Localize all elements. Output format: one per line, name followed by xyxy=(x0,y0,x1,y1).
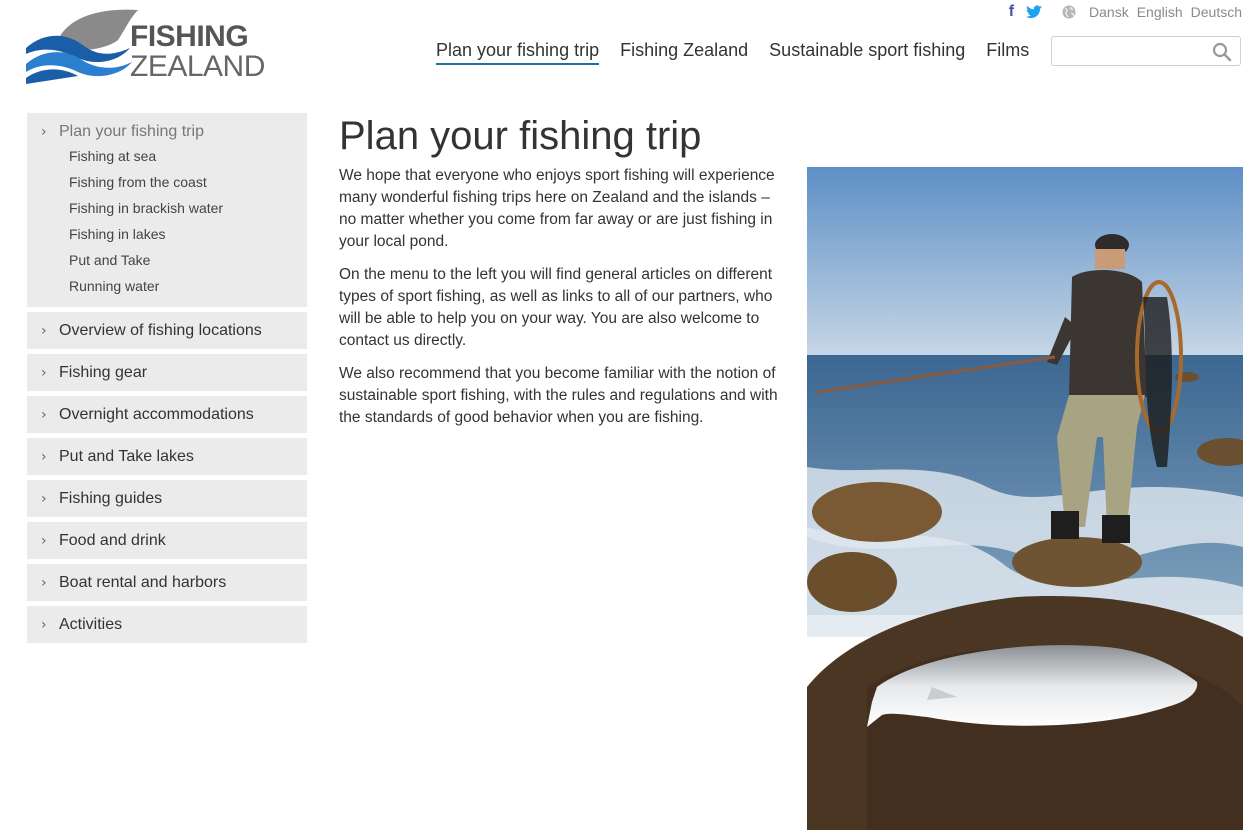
site-logo[interactable]: FISHING ZEALAND xyxy=(26,6,265,84)
chevron-right-icon: › xyxy=(41,490,47,507)
sidebar-item-fishing-guides[interactable]: › Fishing guides xyxy=(27,480,307,517)
sidebar-item-boat-rental-and-harbors[interactable]: › Boat rental and harbors xyxy=(27,564,307,601)
sidebar-item-food-and-drink[interactable]: › Food and drink xyxy=(27,522,307,559)
sidebar-item-label: Overview of fishing locations xyxy=(59,321,262,339)
sidebar-item-overview-of-fishing-locations[interactable]: › Overview of fishing locations xyxy=(27,312,307,349)
utility-bar: f Dansk English Deutsch xyxy=(1009,2,1242,22)
language-link-english[interactable]: English xyxy=(1137,4,1183,20)
sidebar-item-fishing-gear[interactable]: › Fishing gear xyxy=(27,354,307,391)
sidebar-subitem-fishing-in-lakes[interactable]: Fishing in lakes xyxy=(27,221,307,247)
language-link-dansk[interactable]: Dansk xyxy=(1089,4,1129,20)
sidebar-subitem-put-and-take[interactable]: Put and Take xyxy=(27,247,307,273)
sidebar-menu: › Plan your fishing trip Fishing at sea … xyxy=(27,113,307,648)
sidebar-item-label: Overnight accommodations xyxy=(59,405,254,423)
fish-logo-icon xyxy=(26,9,138,84)
chevron-right-icon: › xyxy=(41,574,47,591)
main-navigation: Plan your fishing trip Fishing Zealand S… xyxy=(436,40,1050,65)
sidebar-item-put-and-take-lakes[interactable]: › Put and Take lakes xyxy=(27,438,307,475)
sidebar-item-label: Fishing gear xyxy=(59,363,148,381)
sidebar-item-label: Fishing guides xyxy=(59,489,163,507)
chevron-right-icon: › xyxy=(41,364,47,381)
sidebar-section-plan-your-fishing-trip: › Plan your fishing trip Fishing at sea … xyxy=(27,113,307,307)
globe-icon xyxy=(1062,5,1076,19)
chevron-right-icon: › xyxy=(41,124,47,140)
angler-photo xyxy=(807,167,1243,830)
main-content: Plan your fishing trip We hope that ever… xyxy=(339,113,779,440)
sidebar-subitem-fishing-in-brackish-water[interactable]: Fishing in brackish water xyxy=(27,195,307,221)
nav-plan-your-fishing-trip[interactable]: Plan your fishing trip xyxy=(436,40,600,65)
sidebar-item-plan-your-fishing-trip[interactable]: › Plan your fishing trip xyxy=(27,121,307,143)
nav-sustainable-sport-fishing[interactable]: Sustainable sport fishing xyxy=(769,40,965,65)
intro-paragraph: We hope that everyone who enjoys sport f… xyxy=(339,167,775,250)
chevron-right-icon: › xyxy=(41,532,47,549)
language-link-deutsch[interactable]: Deutsch xyxy=(1191,4,1242,20)
search-input[interactable] xyxy=(1058,38,1212,66)
logo-text-zealand: ZEALAND xyxy=(130,50,265,83)
menu-paragraph: On the menu to the left you will find ge… xyxy=(339,266,773,349)
chevron-right-icon: › xyxy=(41,322,47,339)
sidebar-item-label: Plan your fishing trip xyxy=(59,123,204,140)
sidebar-item-activities[interactable]: › Activities xyxy=(27,606,307,643)
sidebar-item-overnight-accommodations[interactable]: › Overnight accommodations xyxy=(27,396,307,433)
search-box xyxy=(1051,36,1241,66)
logo-text-fishing: FISHING xyxy=(130,20,249,53)
sidebar-subitem-running-water[interactable]: Running water xyxy=(27,273,307,299)
nav-fishing-zealand[interactable]: Fishing Zealand xyxy=(620,40,748,65)
chevron-right-icon: › xyxy=(41,616,47,633)
sidebar-item-label: Food and drink xyxy=(59,531,166,549)
chevron-right-icon: › xyxy=(41,448,47,465)
chevron-right-icon: › xyxy=(41,406,47,423)
sidebar-item-label: Activities xyxy=(59,615,123,633)
search-icon[interactable] xyxy=(1212,42,1232,62)
sidebar-subitem-fishing-from-the-coast[interactable]: Fishing from the coast xyxy=(27,169,307,195)
facebook-icon[interactable]: f xyxy=(1009,3,1014,21)
sidebar-subitem-fishing-at-sea[interactable]: Fishing at sea xyxy=(27,143,307,169)
page-title: Plan your fishing trip xyxy=(339,114,702,158)
sustainability-paragraph: We also recommend that you become famili… xyxy=(339,365,778,426)
twitter-icon[interactable] xyxy=(1026,5,1043,19)
sidebar-item-label: Put and Take lakes xyxy=(59,447,194,465)
sidebar-item-label: Boat rental and harbors xyxy=(59,573,227,591)
nav-films[interactable]: Films xyxy=(986,40,1029,65)
